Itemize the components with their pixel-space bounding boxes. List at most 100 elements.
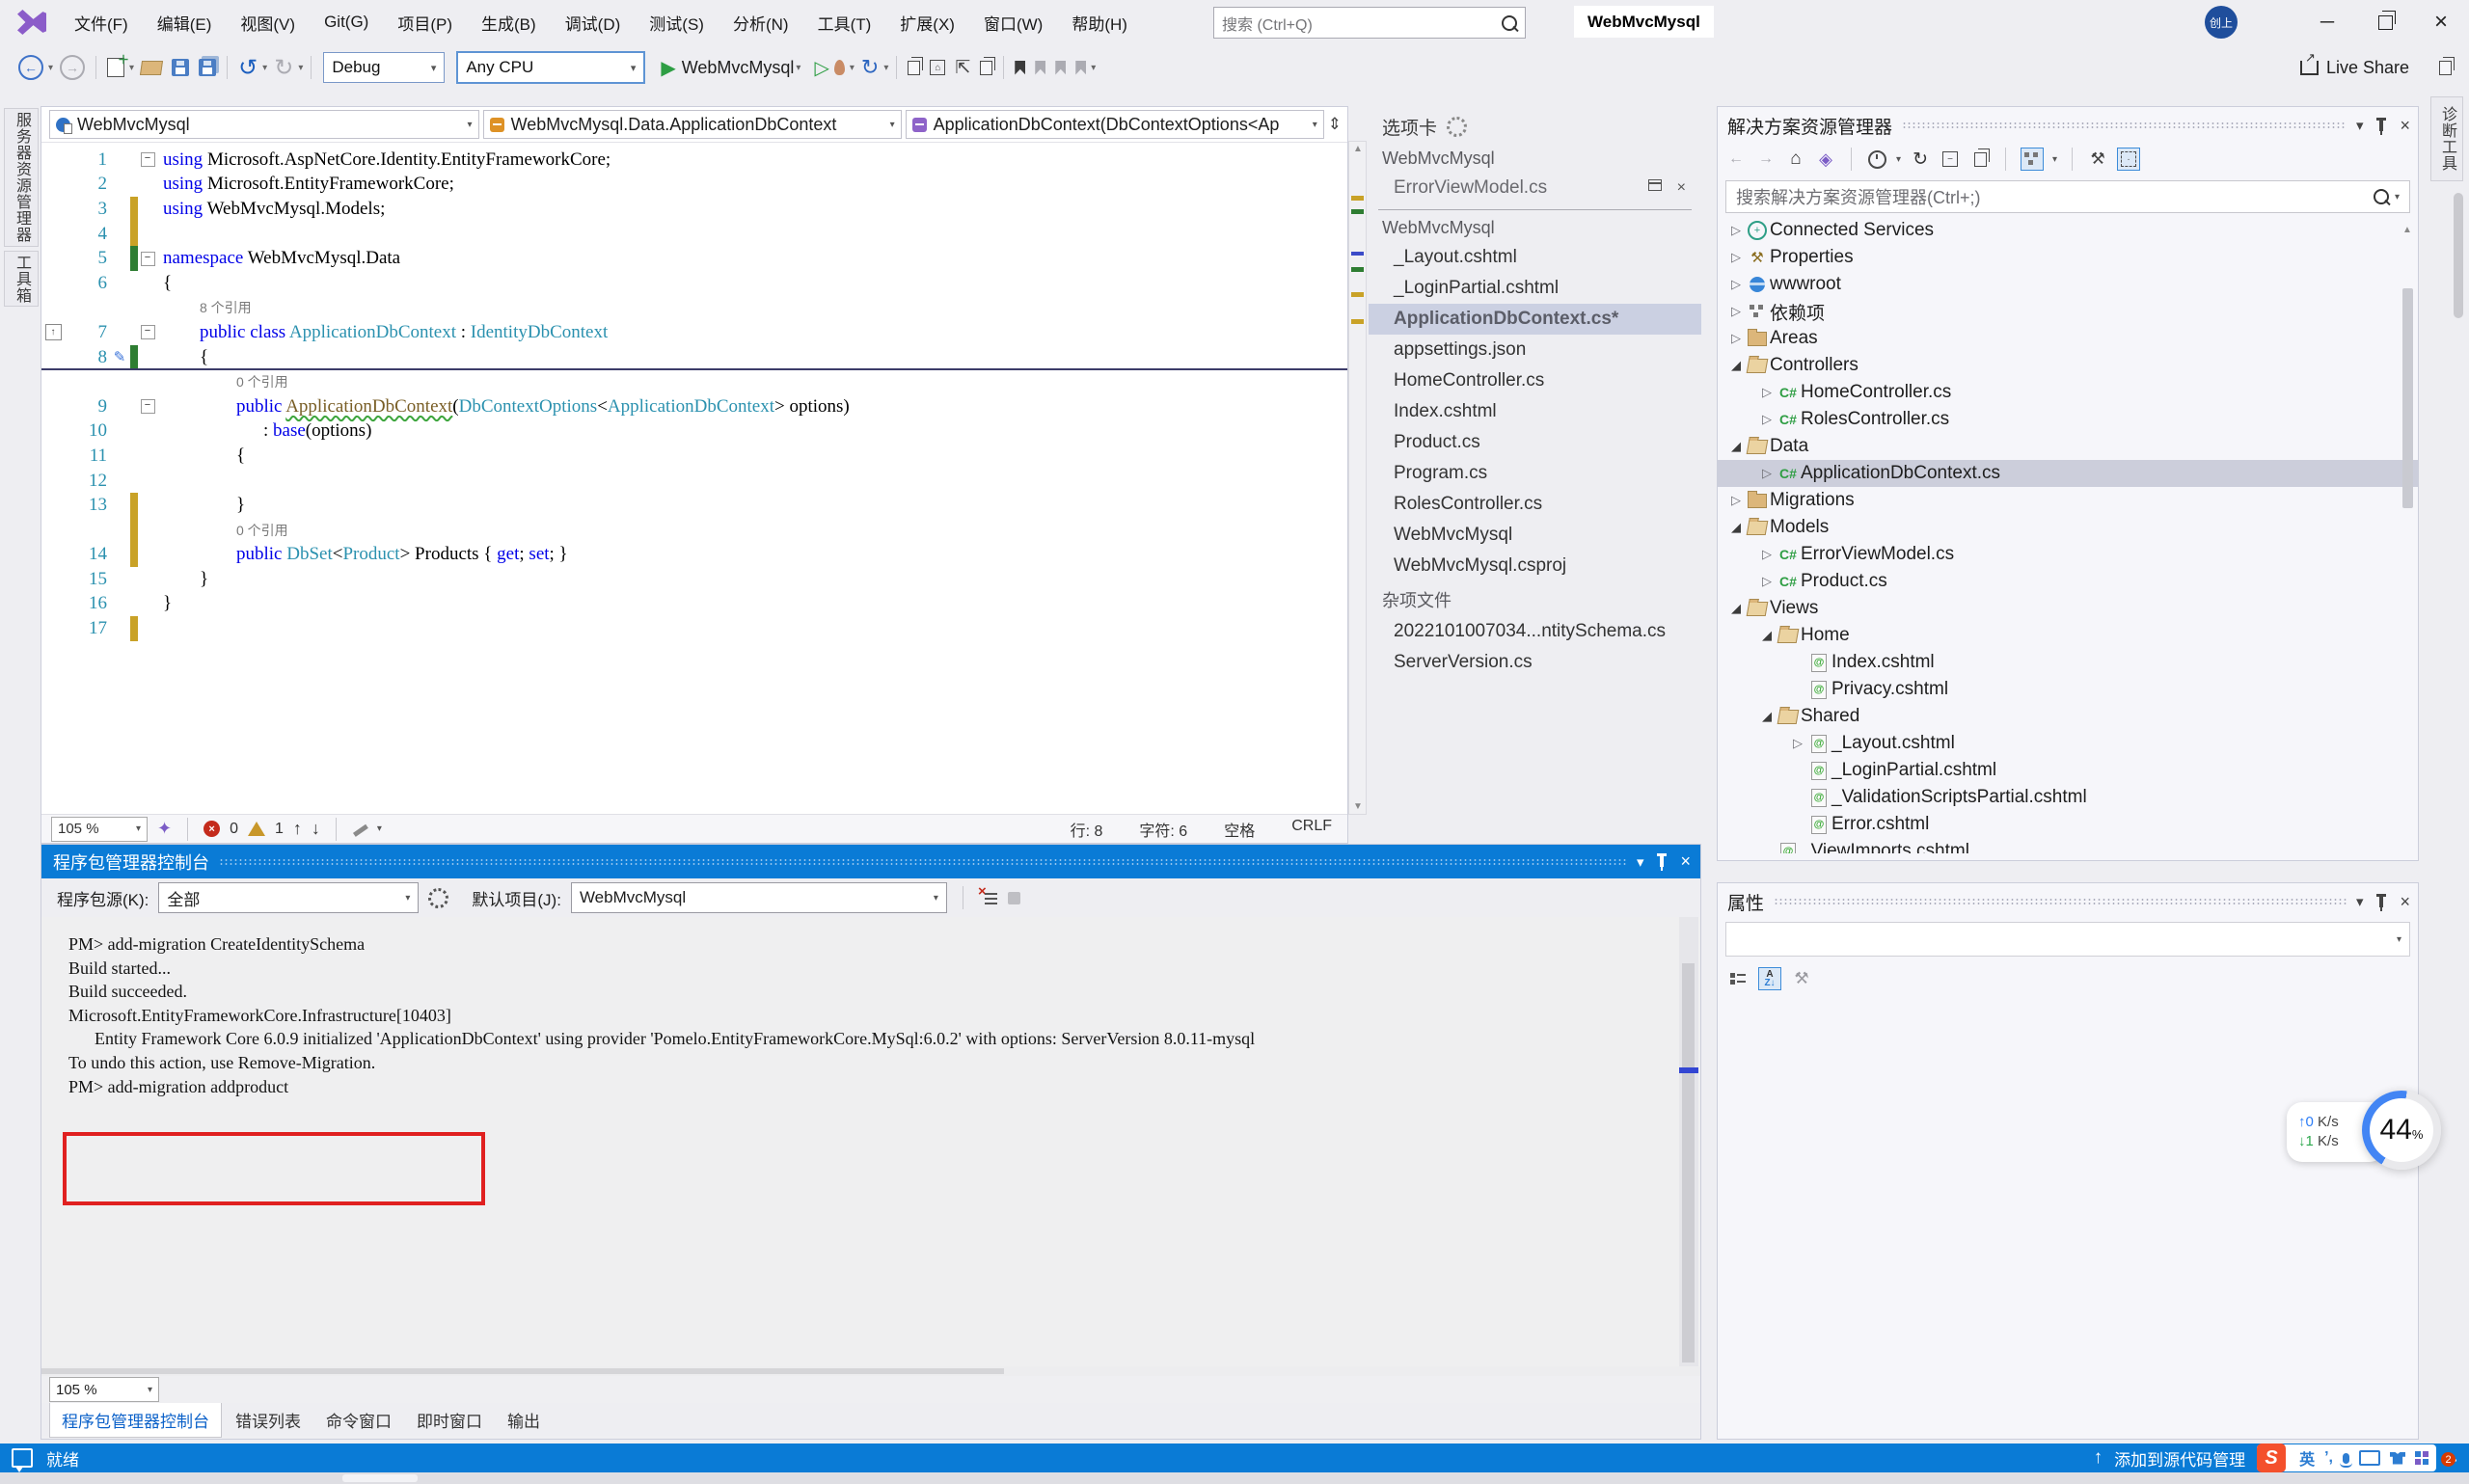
code-area[interactable]: 1−using Microsoft.AspNetCore.Identity.En… bbox=[41, 143, 1347, 822]
type-dropdown[interactable]: WebMvcMysql.Data.ApplicationDbContext▾ bbox=[483, 110, 902, 139]
sidebar-tab-toolbox[interactable]: 工具箱 bbox=[4, 251, 39, 307]
tab-item[interactable]: Product.cs bbox=[1369, 427, 1701, 458]
hot-reload-icon[interactable] bbox=[834, 60, 845, 75]
redo-icon[interactable]: ↻ bbox=[274, 54, 293, 82]
copy-docs-icon[interactable] bbox=[980, 61, 992, 75]
tree-item[interactable]: ▷依赖项 bbox=[1718, 298, 2418, 325]
hot-reload-dropdown[interactable]: ▾ bbox=[850, 63, 855, 73]
clear-bookmarks-icon[interactable] bbox=[1075, 61, 1086, 75]
alphabetical-sort-icon[interactable]: AZ↓ bbox=[1758, 967, 1781, 990]
window-position-dropdown[interactable]: ▾ bbox=[2356, 893, 2364, 910]
tree-item[interactable]: ▷@_Layout.cshtml bbox=[1718, 730, 2418, 757]
console-output[interactable]: PM> add-migration CreateIdentitySchemaBu… bbox=[41, 917, 1700, 1366]
expand-arrow-icon[interactable]: ▷ bbox=[1727, 331, 1745, 346]
code-line[interactable]: 10: base(options) bbox=[41, 419, 1347, 445]
expand-arrow-icon[interactable]: ▷ bbox=[1758, 466, 1776, 481]
add-to-source-control-button[interactable]: 添加到源代码管理 bbox=[2114, 1446, 2245, 1471]
inheritance-margin-icon[interactable]: ↑ bbox=[45, 324, 62, 340]
save-all-icon[interactable] bbox=[199, 59, 216, 76]
forward-icon[interactable]: → bbox=[1755, 148, 1777, 170]
collapse-arrow-icon[interactable]: ◢ bbox=[1727, 439, 1745, 454]
tab-item[interactable]: HomeController.cs bbox=[1369, 365, 1701, 396]
collapse-all-icon[interactable]: − bbox=[1940, 148, 1961, 170]
eol-indicator[interactable]: CRLF bbox=[1291, 818, 1332, 841]
switch-views-icon[interactable]: ◈ bbox=[1815, 148, 1836, 170]
tab-item[interactable]: ApplicationDbContext.cs* bbox=[1369, 304, 1701, 335]
panel-tab-2[interactable]: 命令窗口 bbox=[314, 1403, 403, 1437]
scroll-down-icon[interactable]: ▼ bbox=[1353, 801, 1363, 812]
tree-item[interactable]: @_ViewImports.cshtml bbox=[1718, 838, 2418, 853]
solution-configuration-select[interactable]: Debug▾ bbox=[323, 52, 445, 83]
fold-toggle-icon[interactable]: − bbox=[141, 325, 155, 339]
code-cleanup-dropdown[interactable]: ▾ bbox=[377, 823, 382, 834]
tree-item[interactable]: ◢Views bbox=[1718, 595, 2418, 622]
close-icon[interactable]: × bbox=[1680, 851, 1691, 872]
sidebar-tab-diagnostic-tools[interactable]: 诊断工具 bbox=[2430, 96, 2463, 181]
menu-n[interactable]: 分析(N) bbox=[719, 0, 803, 44]
collapse-arrow-icon[interactable]: ◢ bbox=[1727, 520, 1745, 535]
tree-item[interactable]: ◢Home bbox=[1718, 622, 2418, 649]
menu-s[interactable]: 测试(S) bbox=[635, 0, 719, 44]
panel-tab-1[interactable]: 错误列表 bbox=[224, 1403, 312, 1437]
search-options-dropdown[interactable]: ▾ bbox=[2395, 192, 2400, 202]
next-bookmark-icon[interactable] bbox=[1055, 61, 1066, 75]
expand-arrow-icon[interactable]: ▷ bbox=[1727, 250, 1745, 265]
ime-punctuation-toggle[interactable]: ’, bbox=[2324, 1449, 2333, 1467]
codelens-line[interactable]: 8 个引用 bbox=[41, 296, 1347, 321]
menu-f[interactable]: 文件(F) bbox=[60, 0, 143, 44]
ime-mode-toggle[interactable]: 英 bbox=[2299, 1446, 2315, 1470]
collapse-arrow-icon[interactable]: ◢ bbox=[1758, 709, 1776, 724]
solution-platform-select[interactable]: Any CPU▾ bbox=[456, 51, 645, 84]
console-zoom-select[interactable]: 105 %▾ bbox=[49, 1377, 159, 1402]
collapse-arrow-icon[interactable]: ◢ bbox=[1727, 358, 1745, 373]
codelens-line[interactable]: 0 个引用 bbox=[41, 518, 1347, 543]
new-project-dropdown[interactable]: ▾ bbox=[129, 63, 134, 73]
code-line[interactable]: 13} bbox=[41, 493, 1347, 518]
redo-dropdown[interactable]: ▾ bbox=[298, 63, 303, 73]
tab-item[interactable]: appsettings.json bbox=[1369, 335, 1701, 365]
start-debug-icon[interactable]: ▶ bbox=[661, 56, 675, 80]
code-line[interactable]: 11{ bbox=[41, 444, 1347, 469]
close-icon[interactable]: × bbox=[2400, 892, 2410, 912]
menu-t[interactable]: 工具(T) bbox=[803, 0, 886, 44]
tree-item[interactable]: @_ValidationScriptsPartial.cshtml bbox=[1718, 784, 2418, 811]
back-icon[interactable]: ← bbox=[1725, 148, 1747, 170]
expand-arrow-icon[interactable]: ▷ bbox=[1727, 304, 1745, 319]
code-line[interactable]: 6{ bbox=[41, 271, 1347, 296]
toggle-bookmark-icon[interactable] bbox=[1015, 61, 1025, 75]
caret-line-indicator[interactable]: 行: 8 bbox=[1071, 818, 1103, 841]
tab-item[interactable]: ErrorViewModel.cs× bbox=[1369, 173, 1701, 203]
tree-item[interactable]: ◢Controllers bbox=[1718, 352, 2418, 379]
tree-item[interactable]: @Index.cshtml bbox=[1718, 649, 2418, 676]
start-without-debug-icon[interactable]: ▷ bbox=[814, 56, 828, 80]
code-line[interactable]: 3using WebMvcMysql.Models; bbox=[41, 197, 1347, 222]
code-line[interactable]: 16} bbox=[41, 592, 1347, 617]
solution-scrollbar[interactable]: ▲ bbox=[2401, 225, 2416, 856]
new-project-icon[interactable] bbox=[107, 58, 124, 77]
expand-arrow-icon[interactable]: ▷ bbox=[1789, 736, 1806, 751]
console-hscrollbar[interactable] bbox=[41, 1366, 1700, 1376]
code-line[interactable]: 2using Microsoft.EntityFrameworkCore; bbox=[41, 173, 1347, 198]
fold-toggle-icon[interactable]: − bbox=[141, 399, 155, 414]
fold-toggle-icon[interactable]: − bbox=[141, 152, 155, 167]
scrollbar-thumb[interactable] bbox=[2402, 288, 2413, 508]
code-line[interactable]: 9−public ApplicationDbContext(DbContextO… bbox=[41, 394, 1347, 419]
filter-dropdown[interactable]: ▾ bbox=[1896, 154, 1901, 165]
memory-usage-bubble[interactable]: 44 % bbox=[2362, 1091, 2441, 1170]
wrench-icon[interactable]: ⚒ bbox=[2087, 148, 2108, 170]
open-folder-icon[interactable] bbox=[141, 61, 162, 75]
gear-icon[interactable] bbox=[1447, 117, 1467, 137]
tree-item[interactable]: ▷C#HomeController.cs bbox=[1718, 379, 2418, 406]
tree-item[interactable]: @Error.cshtml bbox=[1718, 811, 2418, 838]
console-header[interactable]: 程序包管理器控制台 ▾ × bbox=[41, 845, 1700, 878]
editor-scrollbar[interactable]: ▲ ▼ bbox=[1348, 141, 1367, 815]
property-pages-wrench-icon[interactable]: ⚒ bbox=[1791, 968, 1812, 989]
menu-x[interactable]: 扩展(X) bbox=[885, 0, 969, 44]
close-button[interactable]: × bbox=[2413, 0, 2469, 44]
find-in-files-icon[interactable] bbox=[908, 61, 920, 75]
panel-tab-4[interactable]: 输出 bbox=[496, 1403, 552, 1437]
sidebar-tab-server-explorer[interactable]: 服务器资源管理器 bbox=[4, 108, 39, 247]
undo-dropdown[interactable]: ▾ bbox=[262, 63, 267, 73]
package-source-select[interactable]: 全部▾ bbox=[158, 882, 419, 913]
tab-item[interactable]: _Layout.cshtml bbox=[1369, 242, 1701, 273]
